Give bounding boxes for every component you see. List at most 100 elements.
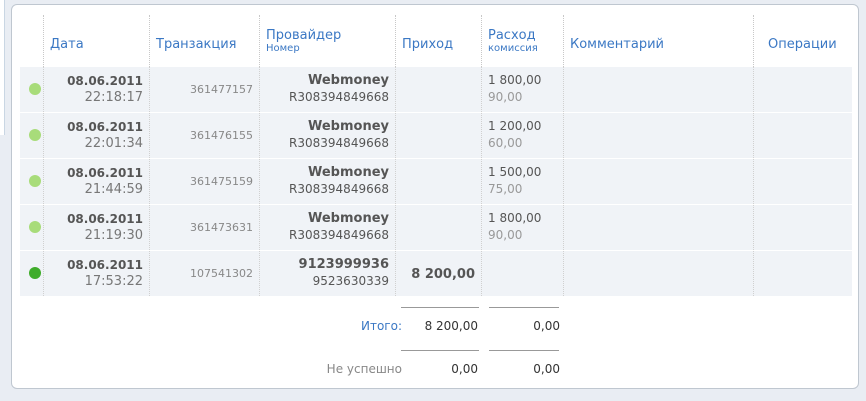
row-date: 08.06.2011 bbox=[67, 166, 143, 180]
expense-label: Расход bbox=[488, 28, 536, 43]
status-cell bbox=[20, 67, 44, 112]
totals-divider bbox=[401, 307, 479, 308]
row-transaction-id: 361475159 bbox=[190, 175, 253, 188]
comment-cell bbox=[564, 205, 754, 250]
operations-cell bbox=[754, 205, 852, 250]
column-header-expense[interactable]: Расход комиссия bbox=[482, 15, 564, 71]
totals-section: Итого: 8 200,00 0,00 Не успешно 0,00 0,0… bbox=[20, 305, 852, 385]
failed-label: Не успешно bbox=[326, 362, 402, 376]
provider-cell: Webmoney R308394849668 bbox=[260, 159, 396, 204]
row-expense: 1 800,00 bbox=[488, 73, 542, 87]
status-cell bbox=[20, 113, 44, 158]
column-header-expense-label: Расход комиссия bbox=[488, 28, 538, 55]
row-expense: 1 200,00 bbox=[488, 119, 542, 133]
date-cell: 08.06.2011 21:19:30 bbox=[44, 205, 150, 250]
date-cell: 08.06.2011 22:01:34 bbox=[44, 113, 150, 158]
row-expense: 1 800,00 bbox=[488, 211, 542, 225]
row-date: 08.06.2011 bbox=[67, 258, 143, 272]
row-provider: Webmoney bbox=[307, 211, 389, 226]
column-header-income[interactable]: Приход bbox=[396, 15, 482, 71]
total-label: Итого: bbox=[361, 319, 402, 333]
status-dot-icon bbox=[29, 221, 41, 233]
column-header-income-label: Приход bbox=[402, 37, 454, 52]
provider-sublabel: Номер bbox=[266, 43, 300, 54]
column-header-comment-label: Комментарий bbox=[570, 37, 664, 52]
row-time: 22:18:17 bbox=[84, 90, 143, 105]
row-date: 08.06.2011 bbox=[67, 120, 143, 134]
table-row[interactable]: 08.06.2011 22:01:34 361476155 Webmoney R… bbox=[20, 113, 852, 159]
provider-cell: Webmoney R308394849668 bbox=[260, 205, 396, 250]
table-row[interactable]: 08.06.2011 21:44:59 361475159 Webmoney R… bbox=[20, 159, 852, 205]
row-time: 21:19:30 bbox=[84, 228, 143, 243]
row-number: R308394849668 bbox=[289, 136, 389, 150]
operations-cell bbox=[754, 113, 852, 158]
total-expense: 0,00 bbox=[533, 319, 560, 333]
status-dot-icon bbox=[29, 129, 41, 141]
row-transaction-id: 361477157 bbox=[190, 83, 253, 96]
row-commission: 90,00 bbox=[488, 228, 523, 242]
row-number: R308394849668 bbox=[289, 182, 389, 196]
income-cell bbox=[396, 159, 482, 204]
date-cell: 08.06.2011 17:53:22 bbox=[44, 251, 150, 296]
transaction-cell: 361475159 bbox=[150, 159, 260, 204]
table-body: 08.06.2011 22:18:17 361477157 Webmoney R… bbox=[20, 67, 852, 297]
row-commission: 60,00 bbox=[488, 136, 523, 150]
row-provider: Webmoney bbox=[307, 73, 389, 88]
status-dot-icon bbox=[29, 83, 41, 95]
row-time: 17:53:22 bbox=[84, 274, 143, 289]
row-commission: 75,00 bbox=[488, 182, 523, 196]
row-time: 21:44:59 bbox=[84, 182, 143, 197]
operations-cell bbox=[754, 251, 852, 296]
column-header-date-label: Дата bbox=[50, 37, 84, 52]
failed-expense: 0,00 bbox=[533, 362, 560, 376]
row-number: R308394849668 bbox=[289, 90, 389, 104]
status-cell bbox=[20, 205, 44, 250]
row-date: 08.06.2011 bbox=[67, 212, 143, 226]
status-cell bbox=[20, 159, 44, 204]
column-header-operations[interactable]: Операции bbox=[754, 15, 852, 71]
row-income: 8 200,00 bbox=[411, 267, 475, 282]
row-number: R308394849668 bbox=[289, 228, 389, 242]
comment-cell bbox=[564, 67, 754, 112]
column-header-comment[interactable]: Комментарий bbox=[564, 15, 754, 71]
column-header-provider[interactable]: Провайдер Номер bbox=[260, 15, 396, 71]
transaction-cell: 361476155 bbox=[150, 113, 260, 158]
totals-divider bbox=[401, 350, 479, 351]
status-dot-icon bbox=[29, 175, 41, 187]
row-transaction-id: 361473631 bbox=[190, 221, 253, 234]
column-header-transaction[interactable]: Транзакция bbox=[150, 15, 260, 71]
provider-cell: 9123999936 9523630339 bbox=[260, 251, 396, 296]
row-date: 08.06.2011 bbox=[67, 74, 143, 88]
expense-cell bbox=[482, 251, 564, 296]
column-header-operations-label: Операции bbox=[768, 37, 837, 52]
income-cell bbox=[396, 67, 482, 112]
date-cell: 08.06.2011 22:18:17 bbox=[44, 67, 150, 112]
transaction-cell: 107541302 bbox=[150, 251, 260, 296]
transaction-cell: 361477157 bbox=[150, 67, 260, 112]
income-cell: 8 200,00 bbox=[396, 251, 482, 296]
failed-income: 0,00 bbox=[451, 362, 478, 376]
side-panel-edge bbox=[0, 0, 5, 135]
income-cell bbox=[396, 205, 482, 250]
expense-cell: 1 500,00 75,00 bbox=[482, 159, 564, 204]
operations-cell bbox=[754, 159, 852, 204]
totals-divider bbox=[489, 307, 559, 308]
operations-cell bbox=[754, 67, 852, 112]
row-transaction-id: 107541302 bbox=[190, 267, 253, 280]
table-row[interactable]: 08.06.2011 22:18:17 361477157 Webmoney R… bbox=[20, 67, 852, 113]
row-commission: 90,00 bbox=[488, 90, 523, 104]
row-provider: Webmoney bbox=[307, 119, 389, 134]
column-header-date[interactable]: Дата bbox=[44, 15, 150, 71]
status-cell bbox=[20, 251, 44, 296]
transaction-cell: 361473631 bbox=[150, 205, 260, 250]
total-income: 8 200,00 bbox=[424, 319, 478, 333]
row-time: 22:01:34 bbox=[84, 136, 143, 151]
expense-sublabel: комиссия bbox=[488, 43, 538, 54]
row-provider: 9123999936 bbox=[298, 257, 389, 272]
table-row[interactable]: 08.06.2011 17:53:22 107541302 9123999936… bbox=[20, 251, 852, 297]
transactions-panel: Дата Транзакция Провайдер Номер Приход Р… bbox=[11, 4, 859, 389]
table-row[interactable]: 08.06.2011 21:19:30 361473631 Webmoney R… bbox=[20, 205, 852, 251]
date-cell: 08.06.2011 21:44:59 bbox=[44, 159, 150, 204]
expense-cell: 1 200,00 60,00 bbox=[482, 113, 564, 158]
expense-cell: 1 800,00 90,00 bbox=[482, 67, 564, 112]
